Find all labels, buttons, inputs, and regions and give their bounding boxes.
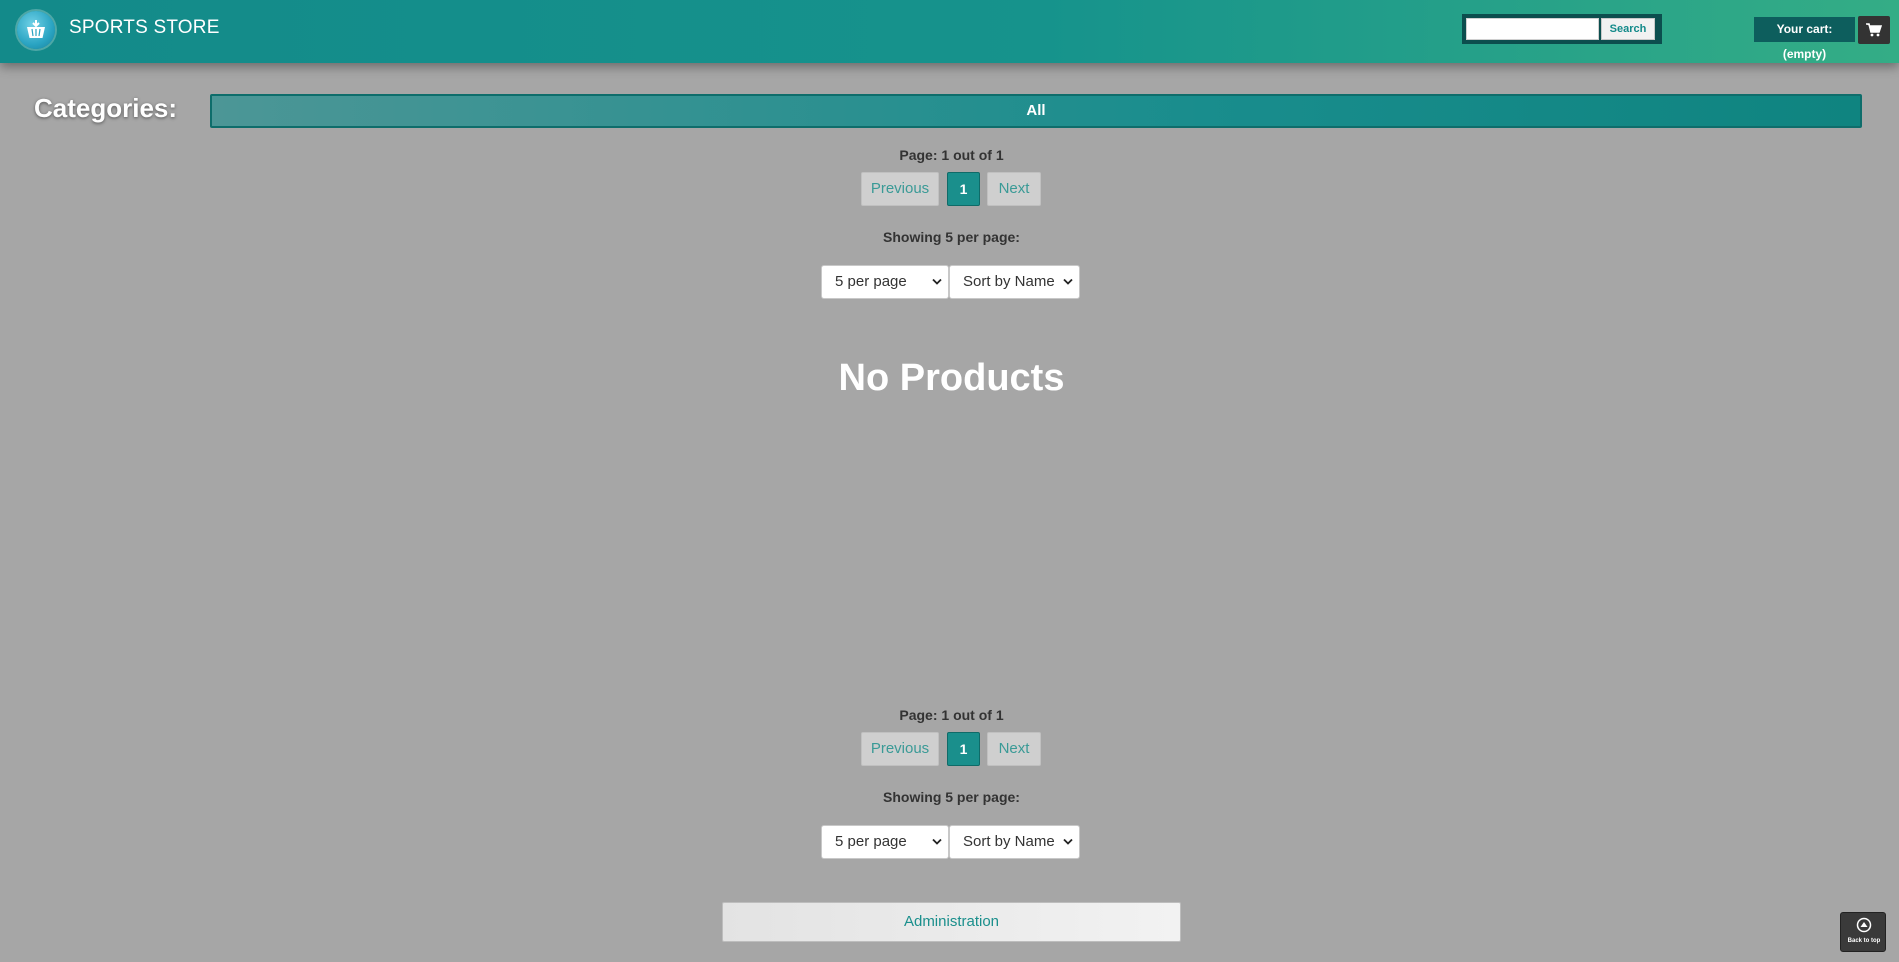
chevron-down-icon bbox=[932, 838, 942, 845]
cart-button[interactable] bbox=[1858, 16, 1890, 44]
page-info: Page: 1 out of 1 bbox=[899, 147, 1004, 163]
category-all-button[interactable]: All bbox=[210, 94, 1862, 128]
search-form: Search bbox=[1462, 14, 1662, 44]
categories-label: Categories: bbox=[34, 93, 178, 123]
chevron-down-icon bbox=[1063, 838, 1073, 845]
search-button[interactable]: Search bbox=[1601, 18, 1655, 40]
per-page-select[interactable]: 5 per page bbox=[821, 265, 949, 299]
brand-title[interactable]: SPORTS STORE bbox=[69, 17, 220, 39]
previous-page-button[interactable]: Previous bbox=[861, 172, 939, 206]
next-page-button[interactable]: Next bbox=[987, 732, 1041, 766]
sort-value: Sort by Name bbox=[963, 273, 1055, 290]
cart-summary[interactable]: Your cart: (empty) bbox=[1754, 17, 1855, 61]
per-page-value: 5 per page bbox=[835, 273, 907, 290]
page-info: Page: 1 out of 1 bbox=[899, 707, 1004, 723]
header: SPORTS STORE Search Your cart: (empty) bbox=[0, 0, 1899, 63]
search-input[interactable] bbox=[1466, 18, 1599, 40]
back-to-top-button[interactable]: Back to top bbox=[1840, 912, 1886, 952]
sort-select[interactable]: Sort by Name bbox=[949, 825, 1080, 859]
sort-select[interactable]: Sort by Name bbox=[949, 265, 1080, 299]
next-page-button[interactable]: Next bbox=[987, 172, 1041, 206]
administration-button[interactable]: Administration bbox=[722, 902, 1181, 942]
per-page-value: 5 per page bbox=[835, 833, 907, 850]
chevron-down-icon bbox=[932, 278, 942, 285]
per-page-select[interactable]: 5 per page bbox=[821, 825, 949, 859]
back-to-top-icon bbox=[1856, 917, 1872, 933]
chevron-down-icon bbox=[1063, 278, 1073, 285]
showing-per-page-label: Showing 5 per page: bbox=[883, 789, 1020, 805]
previous-page-button[interactable]: Previous bbox=[861, 732, 939, 766]
cart-icon bbox=[1866, 23, 1882, 37]
no-products-message: No Products bbox=[838, 357, 1065, 399]
page-1-button[interactable]: 1 bbox=[947, 172, 980, 206]
showing-per-page-label: Showing 5 per page: bbox=[883, 229, 1020, 245]
sort-value: Sort by Name bbox=[963, 833, 1055, 850]
page-1-button[interactable]: 1 bbox=[947, 732, 980, 766]
back-to-top-label: Back to top bbox=[1847, 938, 1881, 944]
basket-logo-icon[interactable] bbox=[17, 11, 55, 49]
